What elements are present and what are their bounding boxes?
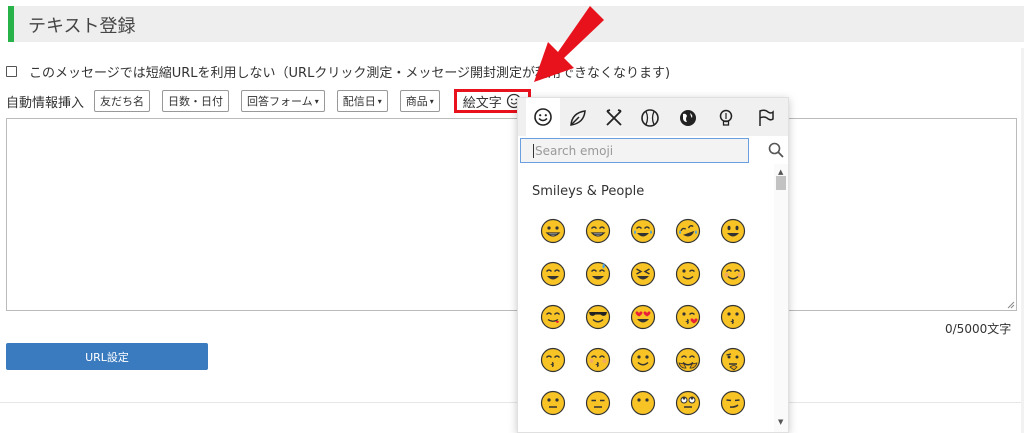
- globe-icon[interactable]: [674, 104, 702, 132]
- utensils-icon[interactable]: [600, 104, 628, 132]
- caret-down-icon: ▾: [314, 96, 319, 106]
- emoji-search-placeholder: Search emoji: [535, 143, 614, 158]
- emoji-kissing[interactable]: [720, 304, 746, 330]
- search-icon[interactable]: [767, 141, 785, 159]
- emoji-laughing[interactable]: [630, 261, 656, 287]
- emoji-rolling-eyes[interactable]: [675, 390, 701, 416]
- lightbulb-icon[interactable]: [712, 104, 740, 132]
- emoji-smile[interactable]: [540, 261, 566, 287]
- emoji-search-input[interactable]: Search emoji: [520, 138, 749, 163]
- emoji-slightly-smiling[interactable]: [630, 347, 656, 373]
- char-counter: 0/5000文字: [945, 322, 1012, 336]
- auto-insert-label: 自動情報挿入: [6, 95, 85, 111]
- page-title: テキスト登録: [28, 16, 136, 37]
- emoji-smirk[interactable]: [720, 390, 746, 416]
- emoji-no-mouth[interactable]: [630, 390, 656, 416]
- insert-delivery-date-dropdown[interactable]: 配信日 ▾: [336, 90, 388, 112]
- insert-friend-name-button[interactable]: 友だち名: [94, 90, 151, 112]
- emoji-wink[interactable]: [675, 261, 701, 287]
- emoji-grin[interactable]: [585, 218, 611, 244]
- message-textarea[interactable]: [6, 118, 1017, 311]
- url-settings-button[interactable]: URL設定: [6, 343, 208, 370]
- emoji-thinking[interactable]: [720, 347, 746, 373]
- emoji-scrollbar[interactable]: [774, 164, 788, 432]
- emoji-heart-eyes[interactable]: [630, 304, 656, 330]
- emoji-scroll-thumb[interactable]: [776, 176, 786, 190]
- emoji-button-label: 絵文字: [462, 95, 502, 111]
- scroll-down-icon[interactable]: ▼: [778, 418, 783, 426]
- emoji-kissing-closed-eyes[interactable]: [585, 347, 611, 373]
- emoji-kissing-heart[interactable]: [675, 304, 701, 330]
- resize-grip-icon[interactable]: [1006, 300, 1015, 309]
- emoji-neutral[interactable]: [540, 390, 566, 416]
- emoji-smiley[interactable]: [720, 218, 746, 244]
- emoji-blush[interactable]: [720, 261, 746, 287]
- leaf-icon[interactable]: [564, 104, 592, 132]
- emoji-sunglasses[interactable]: [585, 304, 611, 330]
- insert-product-dropdown[interactable]: 商品 ▾: [399, 90, 440, 112]
- ball-icon[interactable]: [636, 104, 664, 132]
- emoji-picker: Search emoji Smileys & People ▲ ▼: [517, 97, 789, 433]
- emoji-section-title: Smileys & People: [532, 184, 645, 199]
- divider: [0, 402, 1024, 403]
- auto-insert-toolbar: 自動情報挿入 友だち名 日数・日付 回答フォーム ▾ 配信日 ▾ 商品 ▾ 絵文字: [6, 88, 531, 114]
- caret-down-icon: ▾: [377, 96, 382, 106]
- emoji-kissing-smiling-eyes[interactable]: [540, 347, 566, 373]
- flag-icon[interactable]: [752, 104, 780, 132]
- page-title-bar: テキスト登録: [8, 6, 1024, 42]
- insert-form-dropdown[interactable]: 回答フォーム ▾: [241, 90, 325, 112]
- emoji-rofl[interactable]: [675, 218, 701, 244]
- smileys-icon[interactable]: [526, 98, 560, 136]
- emoji-grinning[interactable]: [540, 218, 566, 244]
- caret-down-icon: ▾: [429, 96, 434, 106]
- emoji-sweat-smile[interactable]: [585, 261, 611, 287]
- emoji-hugging[interactable]: [675, 347, 701, 373]
- emoji-expressionless[interactable]: [585, 390, 611, 416]
- emoji-category-bar: [518, 98, 788, 136]
- insert-date-button[interactable]: 日数・日付: [162, 90, 230, 112]
- emoji-yum[interactable]: [540, 304, 566, 330]
- emoji-joy[interactable]: [630, 218, 656, 244]
- red-arrow-annotation: [534, 6, 604, 82]
- scroll-up-icon[interactable]: ▲: [778, 168, 783, 176]
- short-url-checkbox[interactable]: [6, 65, 17, 77]
